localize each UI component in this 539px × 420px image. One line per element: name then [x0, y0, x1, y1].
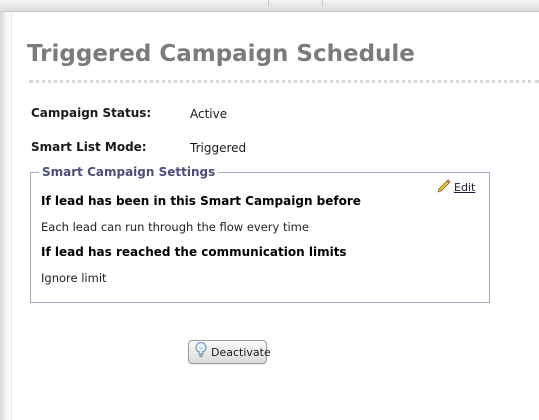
toolbar-divider — [322, 0, 323, 6]
edit-settings-link[interactable]: Edit — [436, 178, 475, 197]
deactivate-button-label: Deactivate — [211, 345, 271, 359]
campaign-status-value: Active — [190, 107, 228, 121]
pencil-icon — [436, 178, 452, 197]
rule-heading: If lead has been in this Smart Campaign … — [41, 194, 361, 208]
campaign-status-label: Campaign Status: — [31, 106, 152, 120]
deactivate-button[interactable]: Deactivate — [188, 340, 271, 364]
top-toolbar-strip — [0, 0, 539, 12]
smart-list-mode-label: Smart List Mode: — [31, 140, 147, 154]
rule-value: Ignore limit — [41, 271, 107, 285]
page-title: Triggered Campaign Schedule — [27, 41, 415, 67]
rule-value: Each lead can run through the flow every… — [41, 220, 309, 234]
rule-heading: If lead has reached the communication li… — [41, 245, 347, 259]
toolbar-divider — [268, 0, 269, 6]
smart-campaign-settings-legend: Smart Campaign Settings — [39, 165, 219, 179]
title-divider — [29, 80, 539, 83]
lightbulb-icon — [194, 341, 208, 363]
left-panel-edge — [0, 12, 12, 420]
edit-link-label[interactable]: Edit — [454, 181, 475, 194]
smart-list-mode-value: Triggered — [190, 141, 247, 155]
